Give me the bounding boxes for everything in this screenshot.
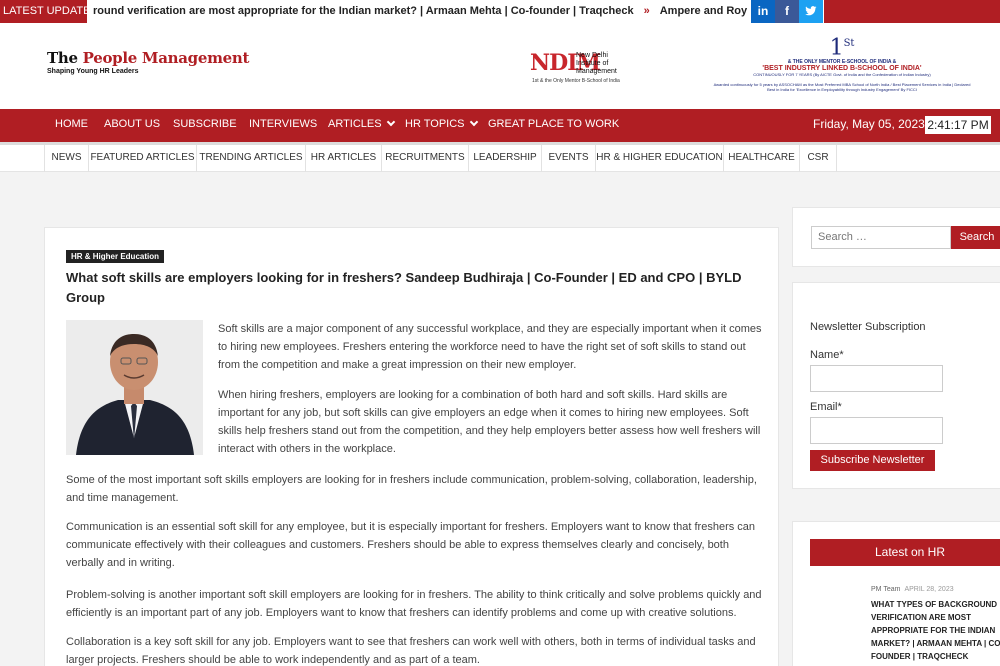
ticker-social-bar	[824, 0, 1000, 23]
article-card: HR & Higher Education What soft skills a…	[44, 227, 779, 666]
article-paragraph: When hiring freshers, employers are look…	[218, 389, 761, 455]
nav-subscribe[interactable]: SUBSCRIBE	[173, 109, 237, 142]
nav-articles[interactable]: ARTICLES	[328, 109, 395, 142]
newsletter-widget: Newsletter Subscription Name* Email* Sub…	[792, 282, 1000, 489]
subnav-hr-articles[interactable]: HR ARTICLES	[306, 145, 382, 172]
award-footnote: Awarded continuously for 5 years by ASSO…	[713, 82, 971, 93]
site-header: The People Management Shaping Young HR L…	[0, 23, 1000, 109]
article-paragraph: Soft skills are a major component of any…	[218, 323, 762, 371]
post-author[interactable]: PM Team	[871, 586, 900, 593]
ndim-name: New Delhi Institute of Management	[576, 52, 617, 75]
ndim-logo[interactable]: NDIM New Delhi Institute of Management 1…	[530, 44, 626, 86]
site-logo[interactable]: The People Management Shaping Young HR L…	[47, 49, 249, 75]
article-title: What soft skills are employers looking f…	[66, 270, 742, 305]
subnav-featured-articles[interactable]: FEATURED ARTICLES	[89, 145, 197, 172]
search-button[interactable]: Search	[951, 226, 1000, 249]
latest-post-title[interactable]: What types of background verification ar…	[810, 598, 1000, 663]
chevron-down-icon	[469, 117, 478, 127]
post-date: APRIL 28, 2023	[904, 586, 954, 593]
chevron-down-icon	[386, 117, 395, 127]
facebook-icon[interactable]: f	[775, 0, 799, 23]
award-rank: 1St	[829, 35, 855, 61]
ndim-tagline: 1st & the Only Mentor B-School of India	[532, 78, 620, 84]
award-line: CONTINUOUSLY FOR 7 YEARS (By AICTE Govt.…	[753, 72, 931, 78]
category-badge[interactable]: HR & Higher Education	[66, 250, 165, 263]
search-input[interactable]: Search …	[811, 226, 951, 249]
subnav-recruitments[interactable]: RECRUITMENTS	[382, 145, 469, 172]
main-navigation: HOME ABOUT US SUBSCRIBE INTERVIEWS ARTIC…	[0, 109, 1000, 142]
email-field[interactable]	[810, 417, 943, 444]
current-time: 2:41:17 PM	[925, 116, 991, 134]
nav-hr-topics[interactable]: HR TOPICS	[405, 109, 478, 142]
newsletter-title: Newsletter Subscription	[810, 321, 926, 333]
article-paragraph: Collaboration is a key soft skill for an…	[66, 636, 756, 666]
nav-home[interactable]: HOME	[55, 109, 88, 142]
latest-on-hr-widget: Latest on HR PM Team APRIL 28, 2023 What …	[792, 521, 1000, 666]
award-banner[interactable]: 1St & THE ONLY MENTOR E-SCHOOL OF INDIA …	[712, 33, 972, 95]
search-widget: Search … Search	[792, 207, 1000, 267]
ticker-label: LATEST UPDATES	[0, 0, 98, 23]
article-paragraph: Communication is an essential soft skill…	[66, 521, 756, 569]
nav-interviews[interactable]: INTERVIEWS	[249, 109, 317, 142]
award-highlight: 'BEST INDUSTRY LINKED B-SCHOOL OF INDIA'	[762, 65, 922, 73]
subnav-trending-articles[interactable]: TRENDING ARTICLES	[197, 145, 306, 172]
article-paragraph: Some of the most important soft skills e…	[66, 474, 757, 504]
subnav-leadership[interactable]: LEADERSHIP	[469, 145, 542, 172]
nav-great-place-to-work[interactable]: GREAT PLACE TO WORK	[488, 109, 619, 142]
subnav-news[interactable]: NEWS	[44, 145, 89, 172]
name-field[interactable]	[810, 365, 943, 392]
current-date: Friday, May 05, 2023	[813, 117, 925, 131]
ticker-item[interactable]: round verification are most appropriate …	[87, 0, 634, 23]
subnav-csr[interactable]: CSR	[800, 145, 837, 172]
nav-about-us[interactable]: ABOUT US	[104, 109, 160, 142]
article-paragraph: Problem-solving is another important sof…	[66, 589, 762, 619]
ticker-track: round verification are most appropriate …	[87, 0, 747, 23]
linkedin-icon[interactable]: in	[751, 0, 775, 23]
email-label: Email*	[810, 401, 842, 413]
site-title: The People Management	[47, 49, 250, 67]
author-photo	[66, 320, 203, 455]
latest-on-hr-heading: Latest on HR	[810, 539, 1000, 566]
twitter-icon[interactable]	[799, 0, 823, 23]
subnav-healthcare[interactable]: HEALTHCARE	[724, 145, 800, 172]
subscribe-newsletter-button[interactable]: Subscribe Newsletter	[810, 450, 935, 471]
site-tagline: Shaping Young HR Leaders	[47, 68, 139, 75]
post-meta: PM Team APRIL 28, 2023	[871, 586, 954, 593]
ticker-separator: »	[643, 5, 650, 17]
subnav-hr-higher-education[interactable]: HR & HIGHER EDUCATION	[596, 145, 724, 172]
secondary-navigation: NEWS FEATURED ARTICLES TRENDING ARTICLES…	[0, 145, 1000, 172]
ticker-item[interactable]: Ampere and Royal Challenger Bangal	[660, 0, 747, 23]
latest-updates-ticker: LATEST UPDATES round verification are mo…	[0, 0, 1000, 23]
subnav-events[interactable]: EVENTS	[542, 145, 596, 172]
name-label: Name*	[810, 349, 844, 361]
